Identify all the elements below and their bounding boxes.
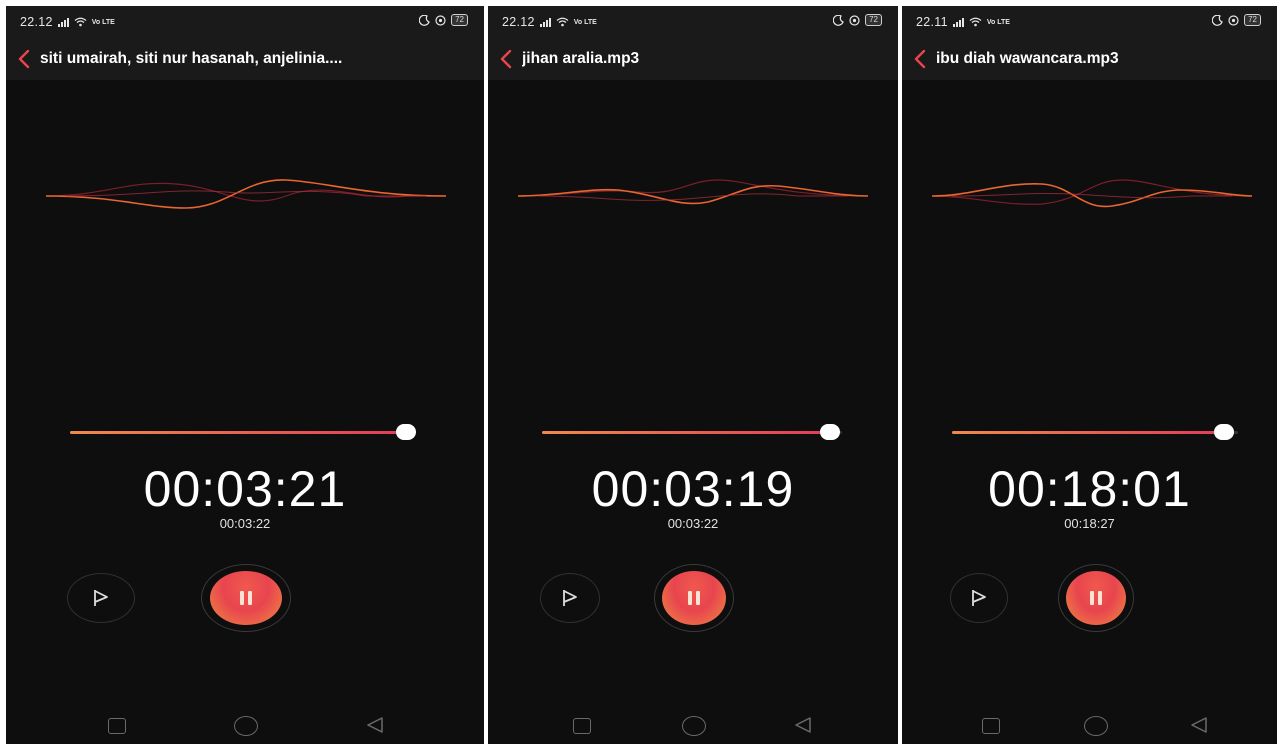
recording-title: jihan aralia.mp3 [522,50,640,67]
flag-button[interactable] [540,573,600,623]
home-icon[interactable] [682,716,706,736]
back-icon [500,49,512,69]
system-nav-bar [902,706,1277,744]
waveform-visualization [517,179,869,205]
wifi-icon [969,17,982,27]
moon-icon [419,14,430,26]
back-button[interactable] [500,47,518,71]
slider-fill [70,431,406,434]
status-bar: 22.12 Vo LTE 72 [6,6,484,38]
signal-icon [952,17,964,27]
title-bar: jihan aralia.mp3 [488,38,898,80]
flag-icon [94,590,108,606]
slider-thumb[interactable] [1214,424,1234,440]
slider-thumb[interactable] [396,424,416,440]
pause-icon [662,571,726,625]
back-icon [914,49,926,69]
moon-icon [1212,14,1223,26]
flag-button[interactable] [67,573,135,623]
status-bar: 22.11 Vo LTE 72 [902,6,1277,38]
nav-back-icon[interactable] [794,716,812,734]
status-time: 22.12 [20,15,53,29]
moon-icon [833,14,844,26]
waveform-visualization [45,179,447,209]
battery-icon: 72 [865,14,882,26]
recorder-screen-1: 22.12 Vo LTE 72 siti umairah, siti nur h… [6,6,484,744]
volte-indicator: Vo LTE [91,18,115,26]
volte-indicator: Vo LTE [573,18,597,26]
signal-icon [57,17,69,27]
signal-icon [539,17,551,27]
flag-icon [563,590,577,606]
recorder-screen-2: 22.12 Vo LTE 72 jihan aralia.mp3 00:03:1… [488,6,898,744]
system-nav-bar [6,706,484,744]
nav-back-icon[interactable] [366,716,384,734]
battery-icon: 72 [1244,14,1261,26]
playback-slider[interactable] [542,424,842,440]
recorder-screen-3: 22.11 Vo LTE 72 ibu diah wawancara.mp3 0… [902,6,1277,744]
waveform-visualization [931,179,1253,208]
status-time: 22.12 [502,15,535,29]
recent-apps-icon[interactable] [573,718,591,734]
pause-icon [210,571,282,625]
volte-indicator: Vo LTE [986,18,1010,26]
battery-icon: 72 [451,14,468,26]
home-icon[interactable] [234,716,258,736]
total-duration: 00:03:22 [219,516,271,531]
back-button[interactable] [18,47,36,71]
system-nav-bar [488,706,898,744]
slider-thumb[interactable] [820,424,840,440]
nav-back-icon[interactable] [1190,716,1208,734]
flag-icon [972,590,986,606]
pause-icon [1066,571,1126,625]
wifi-icon [556,17,569,27]
pause-button[interactable] [1058,564,1134,632]
elapsed-time: 00:03:21 [143,461,347,517]
back-button[interactable] [914,47,932,71]
pause-button[interactable] [654,564,734,632]
status-bar: 22.12 Vo LTE 72 [488,6,898,38]
playback-slider[interactable] [70,424,416,440]
status-time: 22.11 [916,15,948,29]
recent-apps-icon[interactable] [982,718,1000,734]
alarm-icon [1228,14,1239,26]
back-icon [18,49,30,69]
slider-fill [952,431,1224,434]
title-bar: ibu diah wawancara.mp3 [902,38,1277,80]
alarm-icon [435,14,446,26]
total-duration: 00:18:27 [1064,516,1115,531]
elapsed-time: 00:18:01 [988,461,1191,517]
total-duration: 00:03:22 [667,516,719,531]
alarm-icon [849,14,860,26]
playback-slider[interactable] [952,424,1238,440]
flag-button[interactable] [950,573,1008,623]
elapsed-time: 00:03:19 [591,461,795,517]
recent-apps-icon[interactable] [108,718,126,734]
title-bar: siti umairah, siti nur hasanah, anjelini… [6,38,484,80]
home-icon[interactable] [1084,716,1108,736]
recording-title: siti umairah, siti nur hasanah, anjelini… [40,50,343,67]
pause-button[interactable] [201,564,291,632]
slider-fill [542,431,830,434]
wifi-icon [74,17,87,27]
recording-title: ibu diah wawancara.mp3 [936,50,1119,67]
